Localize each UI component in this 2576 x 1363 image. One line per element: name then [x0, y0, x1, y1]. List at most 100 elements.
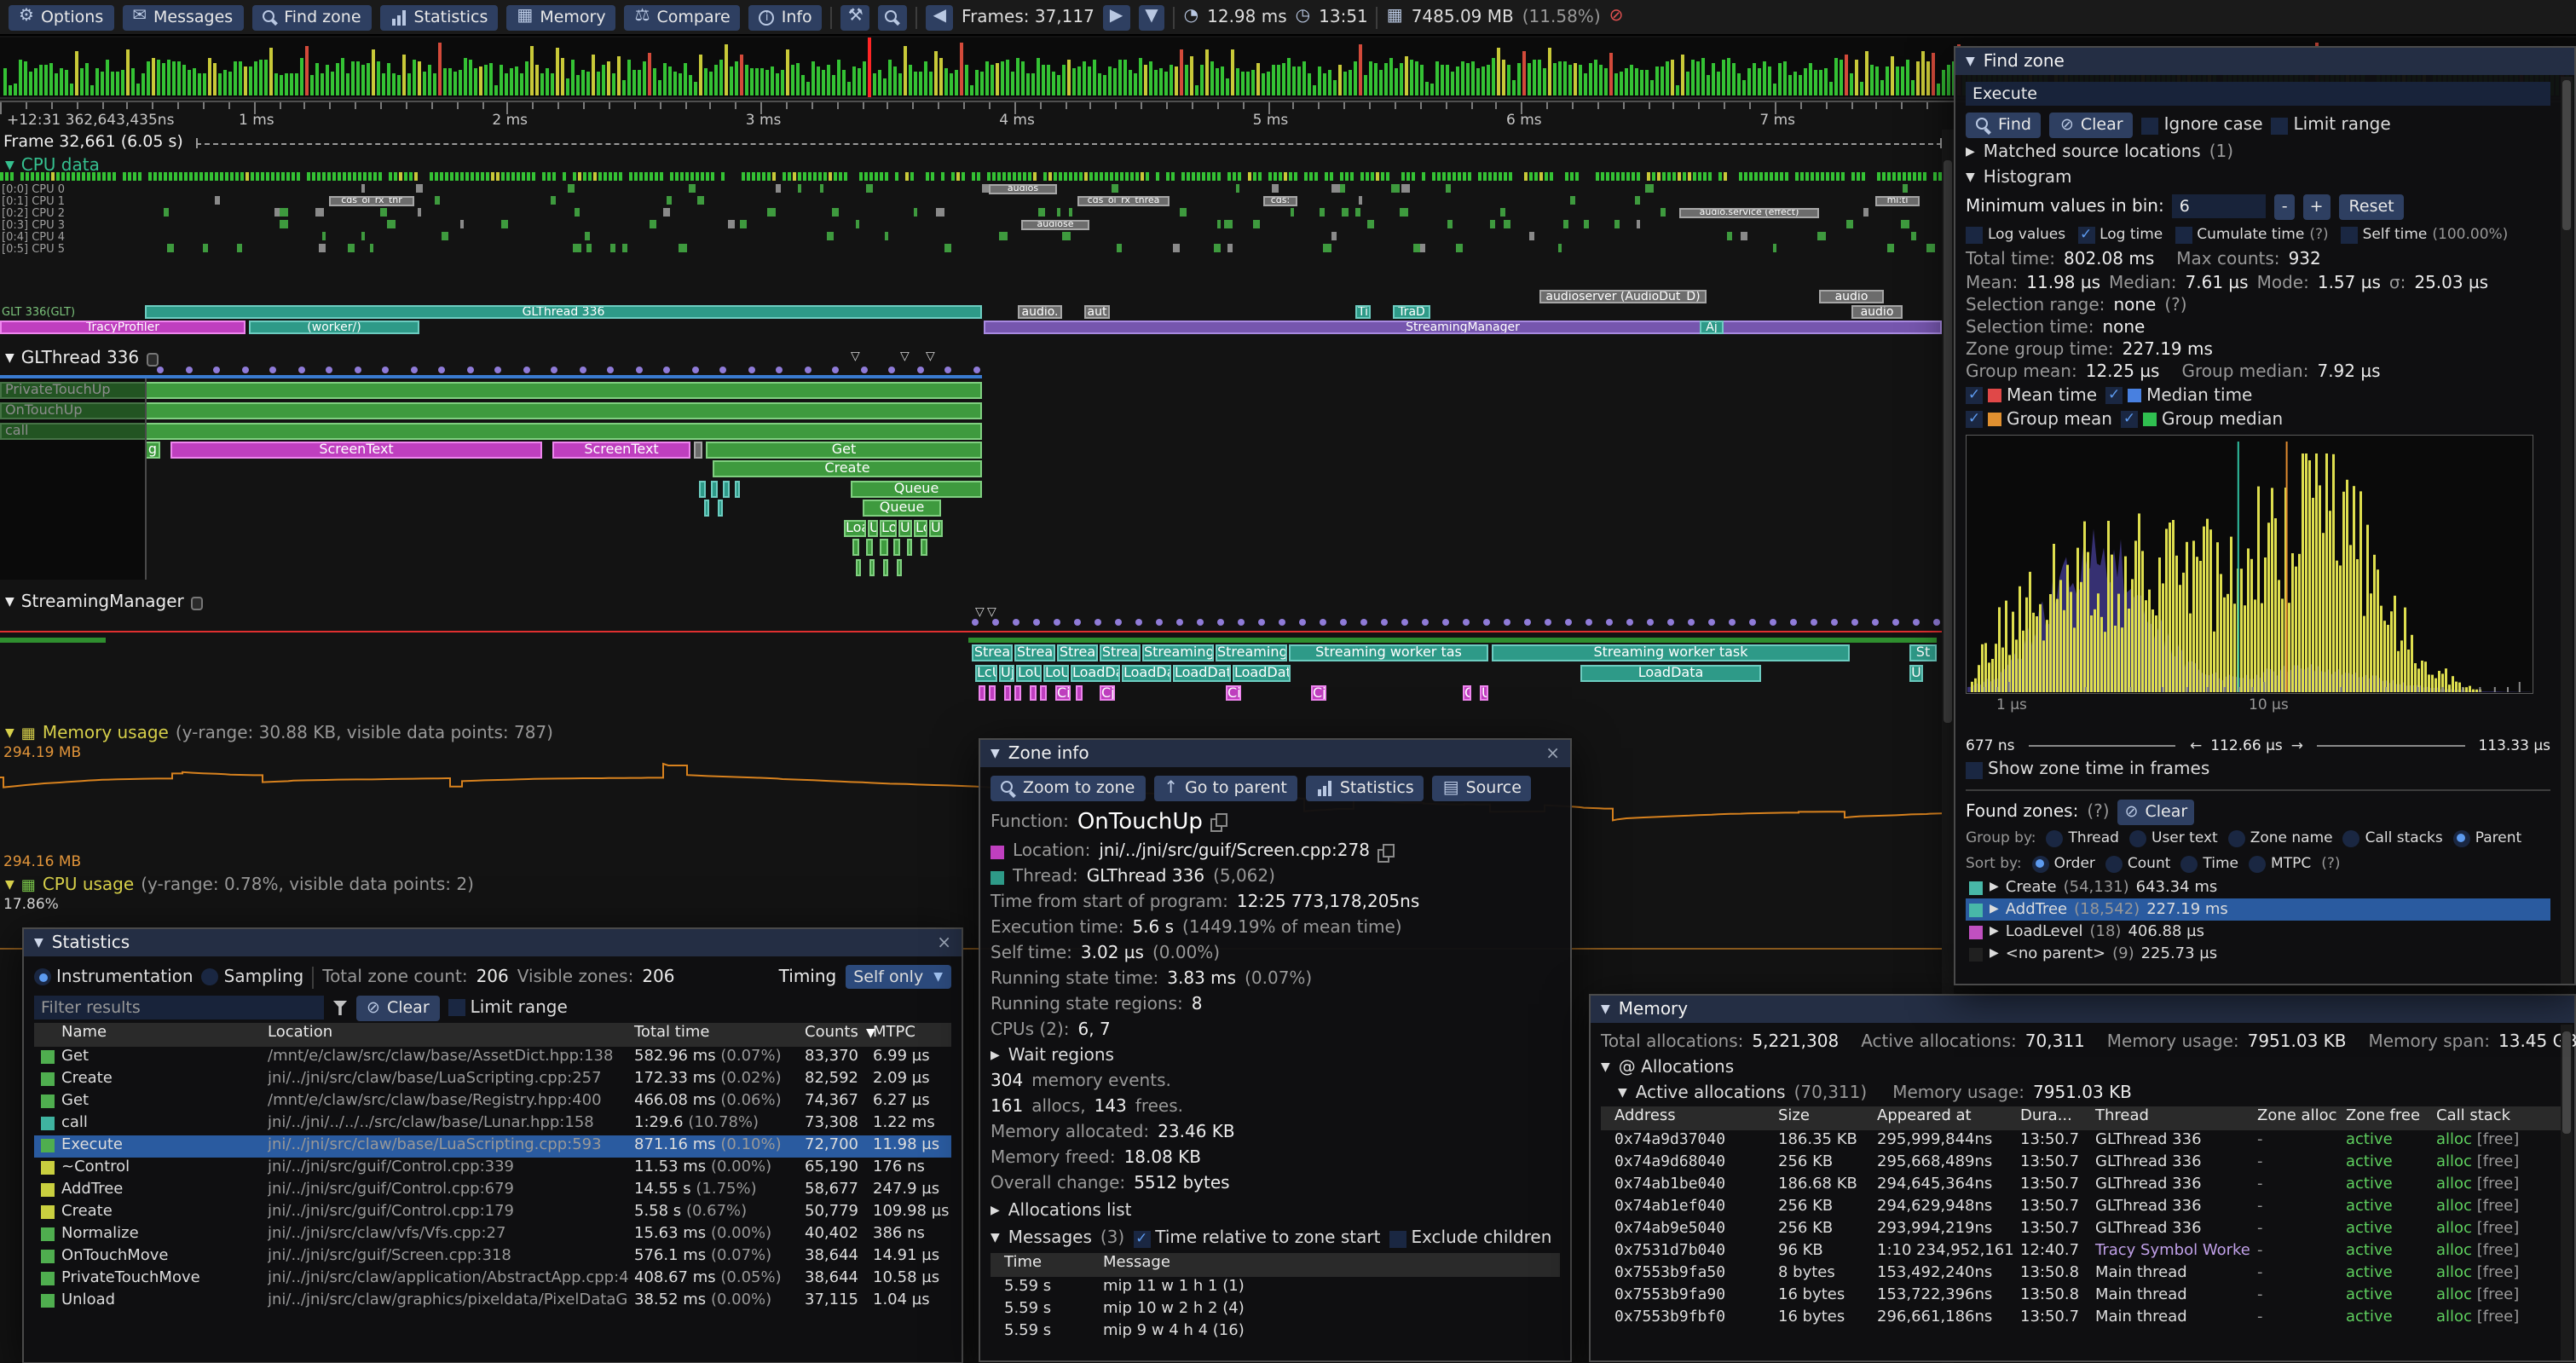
matched-locations-toggle[interactable]: ▶Matched source locations(1) [1966, 140, 2550, 165]
message-dot[interactable] [1483, 619, 1490, 626]
message-dot[interactable] [298, 367, 305, 373]
memory-scrollbar[interactable] [2561, 1025, 2573, 1360]
clear-button[interactable]: ⊘Clear [2050, 113, 2134, 138]
checkbox-box[interactable]: ✓ [2105, 387, 2123, 404]
timeline-zone[interactable]: LoadDaU [1122, 665, 1171, 682]
message-dot[interactable] [467, 367, 474, 373]
memory-table-header[interactable]: AddressSizeAppeared atDura...ThreadZone … [1601, 1106, 2564, 1130]
allocation-address[interactable]: 0x7553b9fa50 [1614, 1265, 1725, 1282]
timeline-zone[interactable] [893, 539, 900, 556]
message-dot[interactable] [1504, 619, 1510, 626]
alloc-link[interactable]: alloc [2436, 1154, 2472, 1171]
timeline-zone[interactable]: audioserver (AudioDut_D) [1539, 290, 1707, 303]
allocations-list-toggle[interactable]: ▶Allocations list [991, 1197, 1560, 1224]
timeline-zone[interactable]: U [1480, 685, 1488, 701]
call-stack-links[interactable]: alloc [free] [2436, 1309, 2519, 1326]
radio-circle[interactable] [2453, 829, 2470, 846]
allocation-address[interactable]: 0x74ab1ef040 [1614, 1198, 1725, 1216]
zone-end-marker[interactable]: ▽ [987, 607, 996, 619]
found-clear-button[interactable]: ⊘Clear [2118, 799, 2195, 824]
table-row[interactable]: OnTouchMovejni/../jni/src/guif/Screen.cp… [34, 1246, 951, 1268]
checkbox-box[interactable]: ✓ [1966, 411, 1983, 428]
timeline-zone[interactable]: Strea [1057, 644, 1098, 661]
allocation-address[interactable]: 0x7553b9fa90 [1614, 1287, 1725, 1304]
message-dot[interactable] [551, 367, 557, 373]
timeline-zone[interactable]: C [1463, 685, 1471, 701]
clear-button[interactable]: ⊘Clear [356, 995, 440, 1020]
find-zone-titlebar[interactable]: ▼Find zone [1955, 48, 2574, 75]
timeline-zone[interactable] [907, 539, 912, 556]
message-dot[interactable] [1626, 619, 1633, 626]
help-marker[interactable]: (?) [2087, 802, 2109, 821]
free-link[interactable]: [free] [2477, 1154, 2520, 1171]
timeline-zone[interactable] [694, 442, 702, 459]
collapse-icon[interactable]: ▼ [1601, 1062, 1610, 1074]
collapse-icon[interactable]: ▶ [1966, 147, 1975, 159]
exclude-children-checkbox[interactable]: Exclude children [1389, 1229, 1551, 1248]
message-dot[interactable] [1095, 619, 1101, 626]
thread-options-icon[interactable] [191, 596, 203, 609]
timeline-zone[interactable]: LoadDaU [1071, 665, 1120, 682]
message-dot[interactable] [1872, 619, 1879, 626]
column-header[interactable]: Address [1614, 1108, 1676, 1125]
message-dot[interactable] [1913, 619, 1920, 626]
group-by-radio[interactable]: Parent [2453, 829, 2521, 846]
timeline-zone[interactable] [711, 481, 718, 498]
checkbox-box[interactable] [2341, 226, 2358, 243]
timeline-zone[interactable]: Queue [851, 481, 982, 498]
column-header[interactable]: Dura... [2020, 1108, 2072, 1125]
radio-circle[interactable] [2249, 855, 2266, 872]
timing-combo[interactable]: Self only▼ [845, 965, 951, 989]
timeline-zone[interactable] [718, 500, 723, 517]
message-dot[interactable] [1729, 619, 1736, 626]
message-dot[interactable] [992, 619, 999, 626]
message-dot[interactable] [1790, 619, 1797, 626]
message-dot[interactable] [663, 367, 670, 373]
message-dot[interactable] [1340, 619, 1347, 626]
log-values-checkbox[interactable]: Log values [1966, 226, 2065, 243]
reset-button[interactable]: Reset [2339, 193, 2405, 219]
timeline-zone[interactable]: cds: [1263, 196, 1297, 206]
collapse-icon[interactable]: ▶ [1990, 904, 1999, 915]
message-dot[interactable] [186, 367, 193, 373]
statistics-table-header[interactable]: NameLocationTotal timeCounts▼MTPC [34, 1023, 951, 1047]
timeline-zone[interactable]: audio. [1018, 305, 1062, 319]
source-button[interactable]: ▤Source [1433, 776, 1532, 801]
zone-end-marker[interactable]: ▽ [926, 351, 935, 363]
collapse-icon[interactable]: ▼ [991, 748, 1000, 759]
collapse-icon[interactable]: ▼ [991, 1233, 1000, 1245]
timeline-zone[interactable]: LoadData [1173, 665, 1231, 682]
timeline-zone[interactable]: audiose [1021, 220, 1089, 230]
toolbar-button-find-zone[interactable]: Find zone [251, 4, 371, 30]
message-dot[interactable] [382, 367, 389, 373]
timeline-zone[interactable]: audios [989, 184, 1057, 194]
messages-table-header[interactable]: TimeMessage [991, 1253, 1560, 1277]
allocation-row[interactable]: 0x74ab9e5040256 KB293,994,219ns13:50.7GL… [1601, 1219, 2564, 1241]
radio-circle[interactable] [202, 968, 219, 985]
checkbox-box[interactable]: ✓ [1966, 387, 1983, 404]
call-stack-links[interactable]: alloc [free] [2436, 1132, 2519, 1149]
table-row[interactable]: Unloadjni/../jni/src/claw/graphics/pixel… [34, 1291, 951, 1313]
message-dot[interactable] [580, 367, 586, 373]
radio-circle[interactable] [2047, 829, 2064, 846]
next-frame-button[interactable]: ▶ [1103, 4, 1129, 30]
radio-circle[interactable] [2180, 855, 2198, 872]
message-dot[interactable] [1013, 619, 1019, 626]
column-header[interactable]: Message [1103, 1255, 1170, 1272]
message-dot[interactable] [607, 367, 614, 373]
timeline-zone[interactable]: Ci [1055, 685, 1071, 701]
free-link[interactable]: [free] [2477, 1221, 2520, 1238]
timeline-zone[interactable] [979, 685, 985, 701]
message-dot[interactable] [1831, 619, 1838, 626]
ignore-case-checkbox[interactable]: Ignore case [2142, 116, 2263, 135]
allocation-row[interactable]: 0x74a9d68040256 KB295,668,489ns13:50.7GL… [1601, 1152, 2564, 1175]
allocation-row[interactable]: 0x7553b9fbf016 bytes296,661,186ns13:50.7… [1601, 1308, 2564, 1330]
column-header[interactable]: Size [1778, 1108, 1810, 1125]
collapse-icon[interactable]: ▼ [5, 160, 14, 172]
checkbox-box[interactable] [1389, 1230, 1406, 1247]
allocation-row[interactable]: 0x7531d7b04096 KB1:10 234,952,16112:40.7… [1601, 1241, 2564, 1263]
zone-end-marker[interactable]: ▽ [900, 351, 910, 363]
timeline-zone[interactable]: cds_ol_rx_threa [1077, 196, 1170, 206]
message-dot[interactable] [1279, 619, 1285, 626]
timeline-zone[interactable] [704, 500, 709, 517]
